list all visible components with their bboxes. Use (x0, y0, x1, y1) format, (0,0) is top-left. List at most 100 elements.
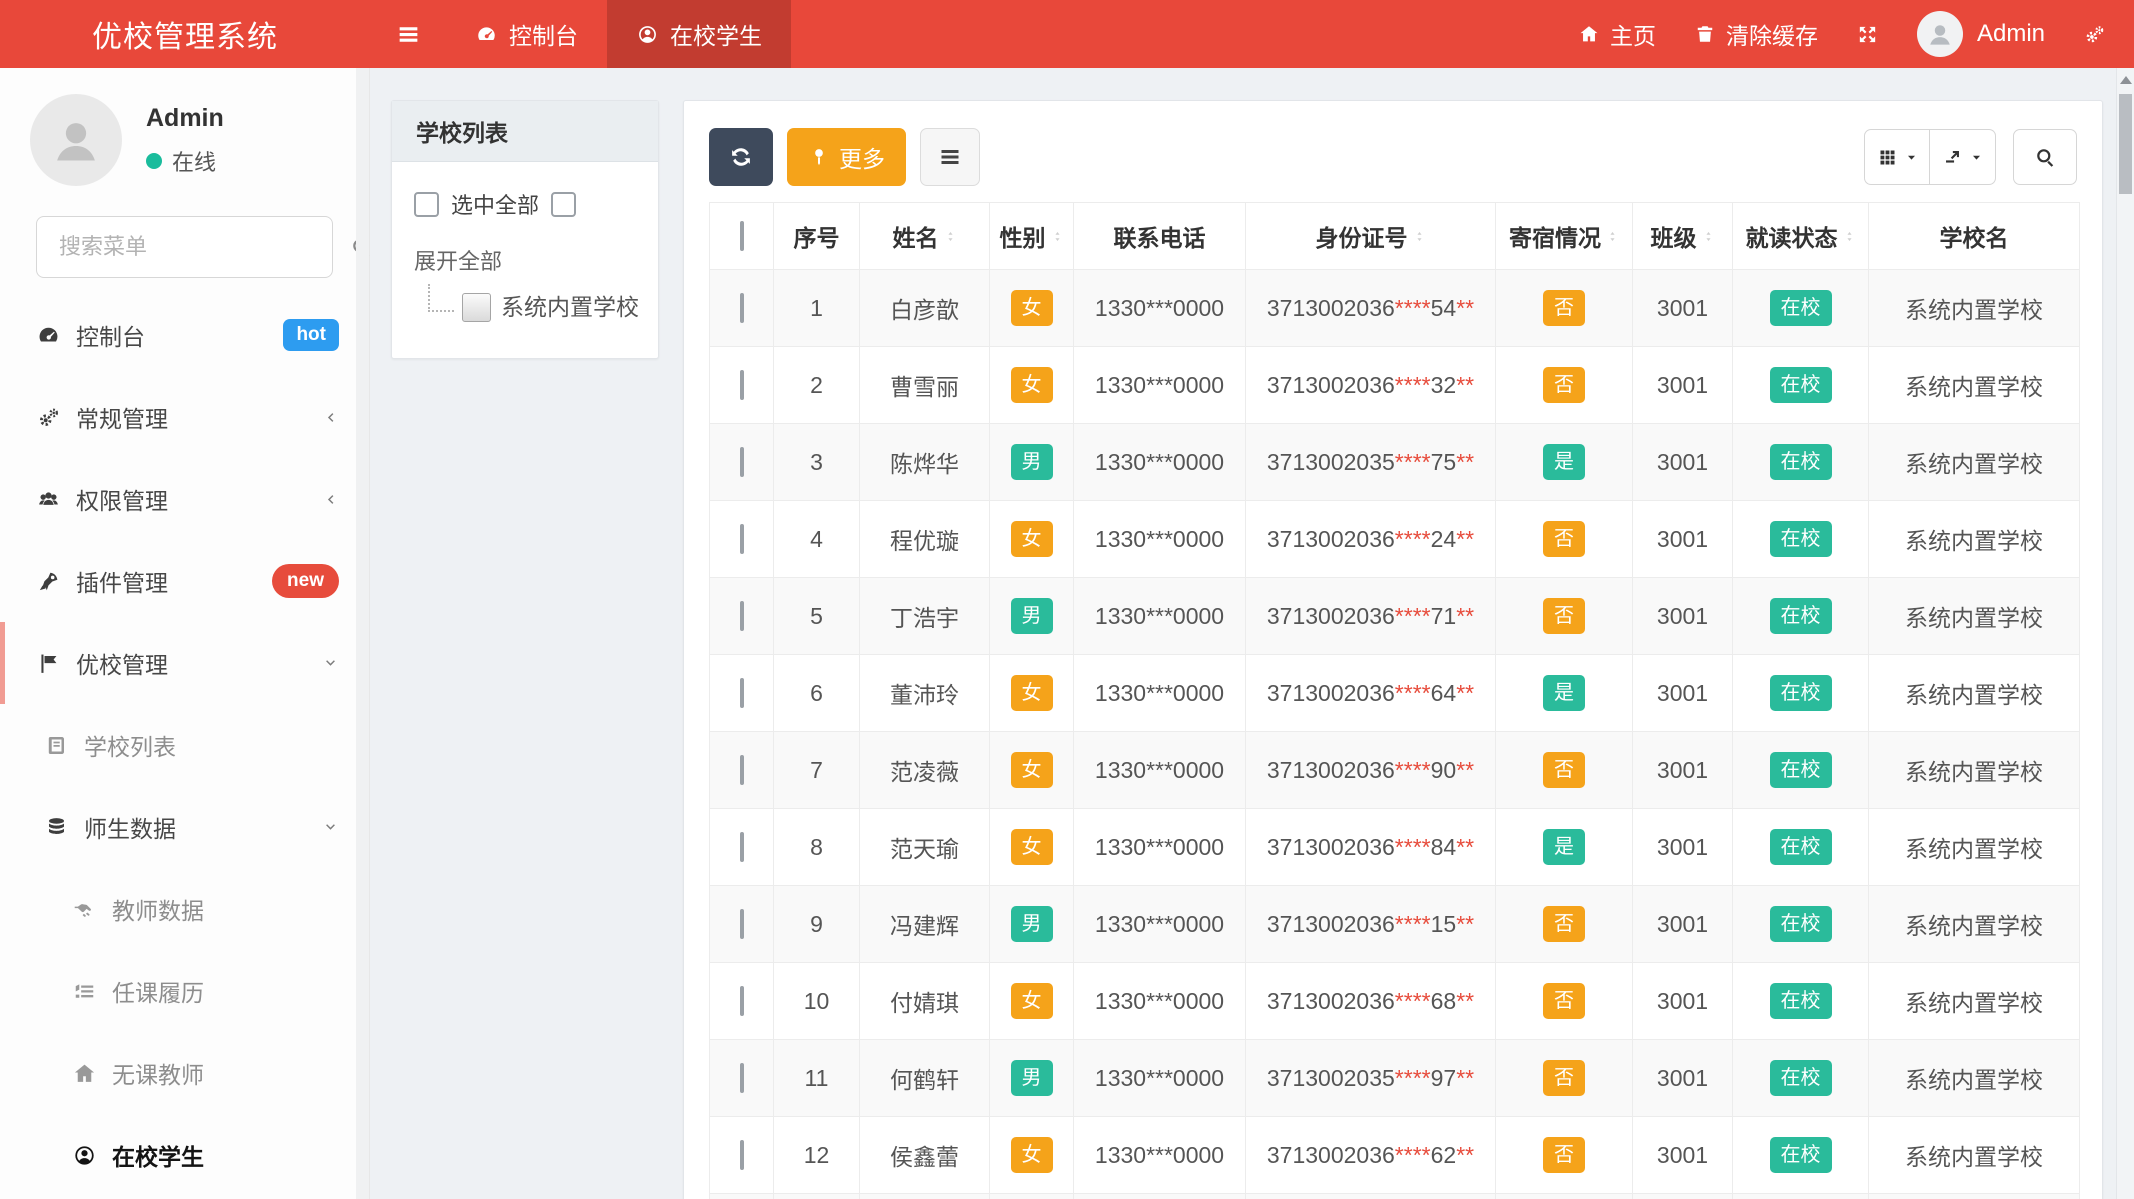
cell-gender: 男 (990, 578, 1074, 655)
cell-status: 在校 (1733, 963, 1869, 1040)
sidebar-item-enrolled-students[interactable]: 在校学生 (0, 1114, 369, 1196)
cell-id-number: 3713002036****68** (1246, 963, 1496, 1040)
school-list-panel: 学校列表 选中全部 展开全部 系统内置学校 (391, 100, 659, 359)
row-checkbox[interactable] (740, 909, 744, 939)
sidebar-item-teaching-history[interactable]: 任课履历 (0, 950, 369, 1032)
students-table-wrap: 序号姓名性别联系电话身份证号寄宿情况班级就读状态学校名 1白彦歆女1330***… (709, 202, 2077, 1199)
sidebar-scrollbar-track[interactable] (356, 68, 369, 1199)
sidebar-item-plugin-mgmt[interactable]: 插件管理new (0, 540, 369, 622)
row-checkbox[interactable] (740, 447, 744, 477)
row-checkbox[interactable] (740, 1140, 744, 1170)
column-header[interactable]: 身份证号 (1246, 203, 1496, 270)
students-panel: 更多 (683, 100, 2103, 1199)
row-checkbox[interactable] (740, 678, 744, 708)
table-toolbar: 更多 (709, 128, 2077, 186)
table-row: 4程优璇女1330***00003713002036****24**否3001在… (710, 501, 2080, 578)
tree-node-checkbox[interactable] (462, 293, 491, 322)
cell-empty (774, 1194, 860, 1199)
sort-icon[interactable] (1051, 227, 1064, 246)
row-checkbox[interactable] (740, 1063, 744, 1093)
row-checkbox[interactable] (740, 370, 744, 400)
table-select-all-checkbox[interactable] (740, 221, 744, 251)
page-scrollbar[interactable] (2116, 68, 2134, 1199)
cell-school: 系统内置学校 (1869, 1117, 2080, 1194)
cell-no: 10 (774, 963, 860, 1040)
sort-icon[interactable] (1413, 227, 1426, 246)
nav-tab-console[interactable]: 控制台 (446, 0, 607, 68)
cell-school: 系统内置学校 (1869, 424, 2080, 501)
gender-badge: 女 (1011, 290, 1053, 326)
select-all-checkbox[interactable] (414, 192, 439, 217)
new-badge: new (272, 564, 339, 598)
cell-boarding: 否 (1496, 270, 1633, 347)
row-checkbox[interactable] (740, 986, 744, 1016)
boarding-badge: 是 (1543, 829, 1585, 865)
cell-boarding: 否 (1496, 886, 1633, 963)
sidebar-item-teacher-data[interactable]: 教师数据 (0, 868, 369, 950)
table-row: 9冯建辉男1330***00003713002036****15**否3001在… (710, 886, 2080, 963)
column-header[interactable]: 班级 (1633, 203, 1733, 270)
user-menu[interactable]: Admin (1917, 11, 2045, 57)
sidebar-item-console[interactable]: 控制台hot (0, 294, 369, 376)
tree-node-school[interactable]: 系统内置学校 (414, 284, 638, 324)
sidebar-item-school-mgmt[interactable]: 优校管理 (0, 622, 369, 704)
cell-status: 在校 (1733, 347, 1869, 424)
cell-boarding: 否 (1496, 347, 1633, 424)
secondary-checkbox[interactable] (551, 192, 576, 217)
tree-node-label: 系统内置学校 (501, 288, 639, 324)
cell-boarding: 否 (1496, 732, 1633, 809)
nav-tab-enrolled-students[interactable]: 在校学生 (607, 0, 791, 68)
row-checkbox[interactable] (740, 755, 744, 785)
column-header[interactable]: 性别 (990, 203, 1074, 270)
menu-search-input[interactable] (57, 233, 349, 261)
scrollbar-up-arrow[interactable] (2120, 76, 2132, 84)
content-area: 学校列表 选中全部 展开全部 系统内置学校 (370, 68, 2134, 1199)
table-search-button[interactable] (2013, 129, 2077, 185)
nav-home-link[interactable]: 主页 (1578, 17, 1656, 51)
row-checkbox[interactable] (740, 293, 744, 323)
column-header[interactable]: 姓名 (860, 203, 990, 270)
sidebar-item-label: 常规管理 (76, 400, 168, 434)
cell-school: 系统内置学校 (1869, 655, 2080, 732)
refresh-button[interactable] (709, 128, 773, 186)
chevron-down-icon (322, 655, 339, 672)
gender-badge: 女 (1011, 829, 1053, 865)
sidebar-toggle-button[interactable] (370, 0, 446, 68)
username: Admin (1977, 20, 2045, 48)
column-header[interactable]: 就读状态 (1733, 203, 1869, 270)
cell-id-number: 3713002036****54** (1246, 270, 1496, 347)
sort-icon[interactable] (1606, 227, 1619, 246)
sort-icon[interactable] (1843, 227, 1856, 246)
row-checkbox[interactable] (740, 524, 744, 554)
nav-clear-cache-link[interactable]: 清除缓存 (1694, 17, 1818, 51)
gender-badge: 男 (1011, 906, 1053, 942)
export-dropdown-button[interactable] (1930, 129, 1996, 185)
status-badge: 在校 (1770, 521, 1832, 557)
more-button[interactable]: 更多 (787, 128, 906, 186)
sidebar-item-label: 优校管理 (76, 646, 168, 680)
scrollbar-thumb[interactable] (2119, 94, 2132, 194)
table-row: 2曹雪丽女1330***00003713002036****32**否3001在… (710, 347, 2080, 424)
boarding-badge: 否 (1543, 521, 1585, 557)
columns-dropdown-button[interactable] (1864, 129, 1930, 185)
gender-badge: 男 (1011, 598, 1053, 634)
sidebar-item-teacher-student-data[interactable]: 师生数据 (0, 786, 369, 868)
sort-icon[interactable] (1702, 227, 1715, 246)
sidebar-avatar[interactable] (30, 94, 122, 186)
bars-icon (396, 22, 421, 47)
expand-all-link[interactable]: 展开全部 (414, 244, 638, 276)
cell-status: 在校 (1733, 732, 1869, 809)
cell-class: 3001 (1633, 1117, 1733, 1194)
sidebar-item-school-list[interactable]: 学校列表 (0, 704, 369, 786)
sidebar-item-general-mgmt[interactable]: 常规管理 (0, 376, 369, 458)
settings-gear-button[interactable] (2083, 23, 2106, 46)
cell-status: 在校 (1733, 655, 1869, 732)
toggle-list-button[interactable] (920, 128, 980, 186)
row-checkbox[interactable] (740, 601, 744, 631)
sidebar-item-no-class-teachers[interactable]: 无课教师 (0, 1032, 369, 1114)
fullscreen-button[interactable] (1856, 23, 1879, 46)
sidebar-item-permission-mgmt[interactable]: 权限管理 (0, 458, 369, 540)
sort-icon[interactable] (944, 227, 957, 246)
column-header[interactable]: 寄宿情况 (1496, 203, 1633, 270)
row-checkbox[interactable] (740, 832, 744, 862)
